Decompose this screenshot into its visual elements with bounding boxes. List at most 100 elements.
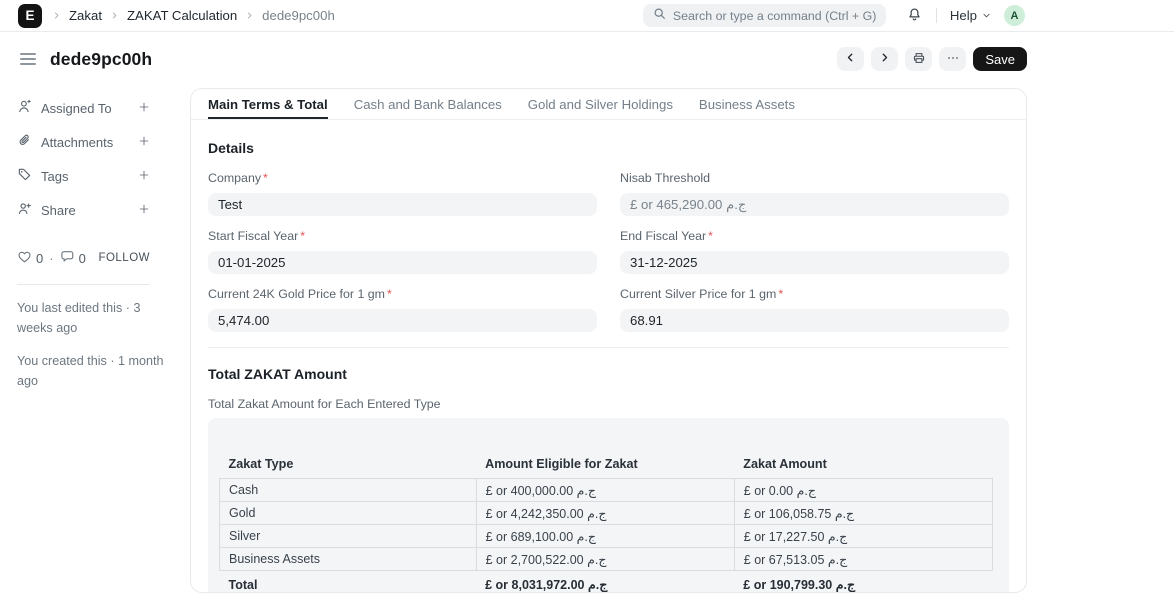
section-title-details: Details: [208, 140, 1009, 156]
tab-gold-and-silver-holdings[interactable]: Gold and Silver Holdings: [528, 89, 673, 119]
app-logo[interactable]: E: [18, 4, 42, 28]
plus-icon: [138, 203, 150, 218]
details-fields: Company* Nisab Threshold Start Fiscal Ye…: [208, 171, 1009, 345]
cell-zakat: £ or 0.00 ج.م: [734, 479, 992, 502]
silver-price-input[interactable]: [620, 309, 1009, 332]
field-nisab-threshold: Nisab Threshold: [620, 171, 1009, 216]
table-row-silver: Silver £ or 689,100.00 ج.م £ or 17,227.5…: [220, 525, 993, 548]
tab-cash-and-bank-balances[interactable]: Cash and Bank Balances: [354, 89, 502, 119]
breadcrumb: Zakat ZAKAT Calculation dede9pc00h: [52, 8, 335, 23]
print-button[interactable]: [905, 47, 932, 71]
app-logo-letter: E: [25, 8, 34, 23]
add-share-button[interactable]: [138, 203, 150, 218]
sidebar-item-assigned-to: Assigned To: [17, 99, 150, 118]
table-row-gold: Gold £ or 4,242,350.00 ج.م £ or 106,058.…: [220, 502, 993, 525]
cell-eligible: £ or 689,100.00 ج.م: [476, 525, 734, 548]
form-card: Main Terms & Total Cash and Bank Balance…: [190, 88, 1027, 593]
field-label: Current Silver Price for 1 gm*: [620, 287, 1009, 301]
next-document-button[interactable]: [871, 47, 898, 71]
sidebar-item-share: Share: [17, 201, 150, 220]
field-label: Company*: [208, 171, 597, 185]
header-actions: Save: [837, 47, 1027, 71]
sidebar-toggle-button[interactable]: [20, 53, 36, 65]
cell-eligible: £ or 2,700,522.00 ج.م: [476, 548, 734, 571]
required-marker: *: [263, 171, 268, 185]
paperclip-icon: [17, 133, 32, 153]
printer-icon: [912, 51, 926, 68]
previous-document-button[interactable]: [837, 47, 864, 71]
cell-eligible: £ or 400,000.00 ج.م: [476, 479, 734, 502]
save-button[interactable]: Save: [973, 47, 1027, 71]
cell-total-zakat: £ or 190,799.30 ج.م: [734, 571, 992, 593]
nisab-threshold-input[interactable]: [620, 193, 1009, 216]
column-header-zakat-amount: Zakat Amount: [734, 455, 992, 479]
breadcrumb-zakat[interactable]: Zakat: [69, 8, 102, 23]
required-marker: *: [778, 287, 783, 301]
bell-icon: [907, 7, 922, 25]
help-menu[interactable]: Help: [950, 8, 991, 23]
menu-button[interactable]: [939, 47, 966, 71]
field-end-fiscal-year: End Fiscal Year*: [620, 229, 1009, 274]
cell-total-label: Total: [220, 571, 477, 593]
table-row-cash: Cash £ or 400,000.00 ج.م £ or 0.00 ج.م: [220, 479, 993, 502]
start-fiscal-year-input[interactable]: [208, 251, 597, 274]
assign-user-icon: [17, 99, 32, 119]
tag-icon: [17, 167, 32, 187]
social-row: 0 · 0 FOLLOW: [17, 249, 150, 267]
global-search[interactable]: [643, 4, 886, 27]
add-assignment-button[interactable]: [138, 101, 150, 116]
sidebar-item-label: Tags: [41, 169, 68, 184]
notifications-button[interactable]: [907, 7, 922, 25]
chevron-left-icon: [844, 51, 857, 67]
sidebar-item-tags: Tags: [17, 167, 150, 186]
cell-eligible: £ or 4,242,350.00 ج.م: [476, 502, 734, 525]
help-label: Help: [950, 8, 977, 23]
field-label: Start Fiscal Year*: [208, 229, 597, 243]
gold-price-input[interactable]: [208, 309, 597, 332]
likes-count: 0: [36, 251, 43, 266]
follow-button[interactable]: FOLLOW: [98, 252, 150, 264]
navbar-divider: [936, 8, 937, 23]
cell-zakat: £ or 17,227.50 ج.م: [734, 525, 992, 548]
ellipsis-icon: [946, 51, 960, 68]
created-text: You created this · 1 month ago: [17, 351, 169, 391]
share-user-icon: [17, 201, 32, 221]
last-edited-text: You last edited this · 3 weeks ago: [17, 298, 169, 338]
search-icon: [653, 7, 666, 25]
comment-icon: [60, 249, 75, 267]
cell-zakat: £ or 106,058.75 ج.م: [734, 502, 992, 525]
cell-total-eligible: £ or 8,031,972.00 ج.م: [476, 571, 734, 593]
section-title-total-zakat: Total ZAKAT Amount: [208, 366, 1009, 382]
add-tag-button[interactable]: [138, 169, 150, 184]
separator-dot: ·: [49, 251, 53, 266]
required-marker: *: [708, 229, 713, 243]
sidebar-item-attachments: Attachments: [17, 133, 150, 152]
required-marker: *: [300, 229, 305, 243]
form-body: Details Company* Nisab Threshold Start F…: [191, 120, 1026, 593]
tab-main-terms-total[interactable]: Main Terms & Total: [208, 89, 328, 119]
sidebar-item-label: Attachments: [41, 135, 113, 150]
total-zakat-section: Total ZAKAT Amount Total Zakat Amount fo…: [208, 347, 1009, 593]
field-start-fiscal-year: Start Fiscal Year*: [208, 229, 597, 274]
zakat-table-label: Total Zakat Amount for Each Entered Type: [208, 397, 1009, 411]
page-header: dede9pc00h Save: [0, 42, 1174, 76]
plus-icon: [138, 135, 150, 150]
breadcrumb-current: dede9pc00h: [262, 8, 335, 23]
avatar[interactable]: A: [1004, 5, 1025, 26]
add-attachment-button[interactable]: [138, 135, 150, 150]
like-button[interactable]: 0: [17, 249, 43, 267]
avatar-letter: A: [1011, 10, 1019, 22]
tab-business-assets[interactable]: Business Assets: [699, 89, 795, 119]
search-input[interactable]: [673, 9, 876, 23]
table-row-business-assets: Business Assets £ or 2,700,522.00 ج.م £ …: [220, 548, 993, 571]
heart-icon: [17, 249, 32, 267]
form-tabs: Main Terms & Total Cash and Bank Balance…: [191, 89, 1026, 120]
zakat-summary-table: Zakat Type Amount Eligible for Zakat Zak…: [219, 455, 993, 593]
company-input[interactable]: [208, 193, 597, 216]
field-label: Nisab Threshold: [620, 171, 1009, 185]
comments-button[interactable]: 0: [60, 249, 86, 267]
breadcrumb-zakat-calculation[interactable]: ZAKAT Calculation: [127, 8, 237, 23]
table-header-row: Zakat Type Amount Eligible for Zakat Zak…: [220, 455, 993, 479]
end-fiscal-year-input[interactable]: [620, 251, 1009, 274]
plus-icon: [138, 101, 150, 116]
